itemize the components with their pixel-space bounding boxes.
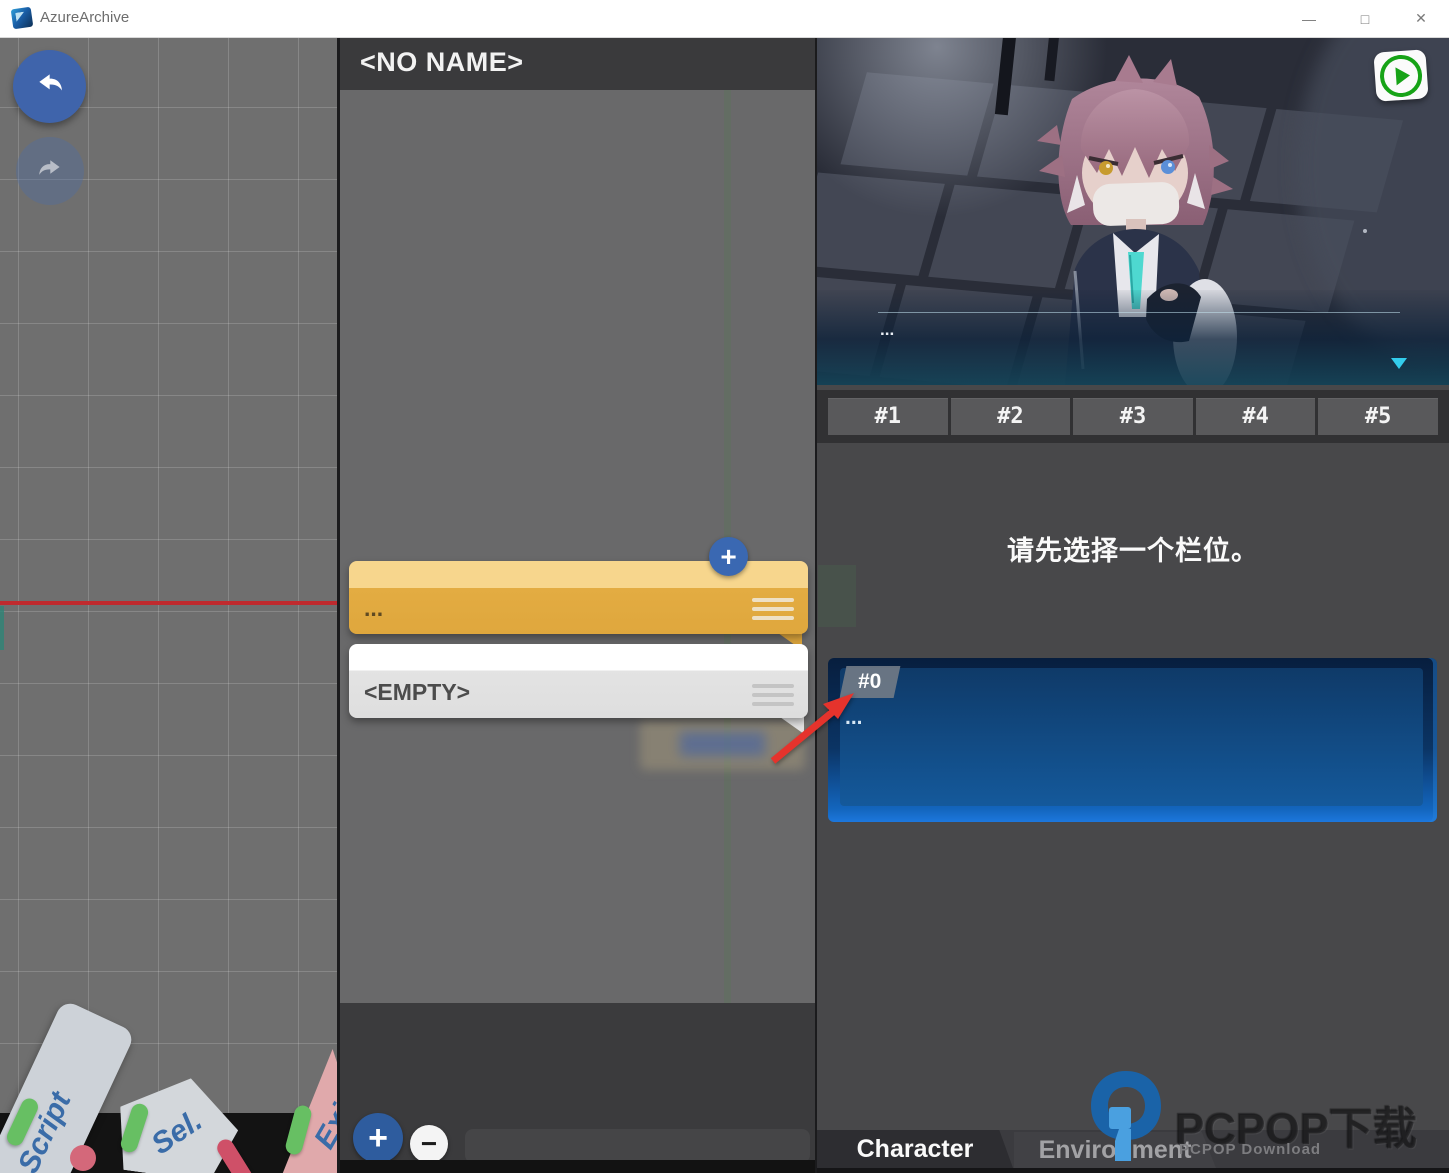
slot-tab-5[interactable]: #5 (1318, 398, 1438, 435)
dialogue-bubble-empty[interactable]: <EMPTY> (349, 644, 808, 718)
timeline-teal-mark (0, 606, 4, 650)
slot-tab-3[interactable]: #3 (1073, 398, 1193, 435)
window-controls: — □ ✕ (1281, 0, 1449, 37)
play-button[interactable] (1373, 49, 1428, 102)
inspector-panel: ... #1 #2 #3 #4 #5 请先选择一个栏位。 #0 ... Char… (817, 37, 1449, 1173)
close-button[interactable]: ✕ (1393, 0, 1449, 37)
footer-tray (465, 1129, 810, 1163)
dialogue-overlay: ... (817, 290, 1449, 385)
drag-handle-icon[interactable] (752, 598, 794, 620)
app-logo-icon (11, 7, 34, 30)
slot-0-panel[interactable]: #0 ... (828, 658, 1437, 822)
scene-preview[interactable]: ... (817, 37, 1449, 385)
canvas-grid-panel[interactable]: Script Sel. Exi (0, 37, 337, 1173)
select-card-label: Sel. (146, 1104, 209, 1162)
background-green-rect (818, 565, 856, 627)
title-bar: AzureArchive — □ ✕ (0, 0, 1449, 38)
play-icon (1379, 53, 1424, 98)
exit-card-label: Exi (308, 1099, 337, 1155)
slot-tab-1[interactable]: #1 (828, 398, 948, 435)
tab-environment[interactable]: Environment (1014, 1132, 1216, 1168)
insert-bubble-button[interactable]: + (709, 537, 748, 576)
timeline-red-line (0, 601, 337, 605)
empty-bubble-text: <EMPTY> (364, 679, 470, 706)
slot-tab-bar: #1 #2 #3 #4 #5 (817, 390, 1449, 443)
slot-tab-2[interactable]: #2 (951, 398, 1071, 435)
slot-tab-4[interactable]: #4 (1196, 398, 1316, 435)
dialogue-bubble-text: ... (364, 595, 383, 622)
maximize-button[interactable]: □ (1337, 0, 1393, 37)
redo-button[interactable] (16, 137, 84, 205)
app-title: AzureArchive (40, 9, 129, 26)
redo-icon (32, 151, 68, 192)
slot-0-inner (840, 668, 1423, 806)
script-title: <NO NAME> (360, 47, 524, 78)
footer-divider (340, 1160, 815, 1173)
slot-hint-text: 请先选择一个栏位。 (817, 529, 1449, 568)
annotation-arrow (755, 685, 867, 771)
dialogue-text: ... (880, 320, 894, 340)
undo-icon (30, 64, 70, 109)
script-footer: + − (340, 1003, 815, 1160)
dialogue-divider (878, 312, 1400, 313)
script-header: <NO NAME> (340, 37, 815, 90)
tab-character[interactable]: Character (817, 1130, 1013, 1168)
add-entry-button[interactable]: + (353, 1113, 403, 1163)
remove-entry-button[interactable]: − (410, 1125, 448, 1163)
bottom-tab-bar: Character Environment (817, 1130, 1449, 1168)
bottom-strip (817, 1168, 1449, 1173)
undo-button[interactable] (13, 50, 86, 123)
app-window: AzureArchive — □ ✕ Script Sel. Exi (0, 0, 1449, 1173)
minimize-button[interactable]: — (1281, 0, 1337, 37)
continue-indicator-icon (1391, 358, 1407, 369)
pink-dot (70, 1145, 96, 1171)
